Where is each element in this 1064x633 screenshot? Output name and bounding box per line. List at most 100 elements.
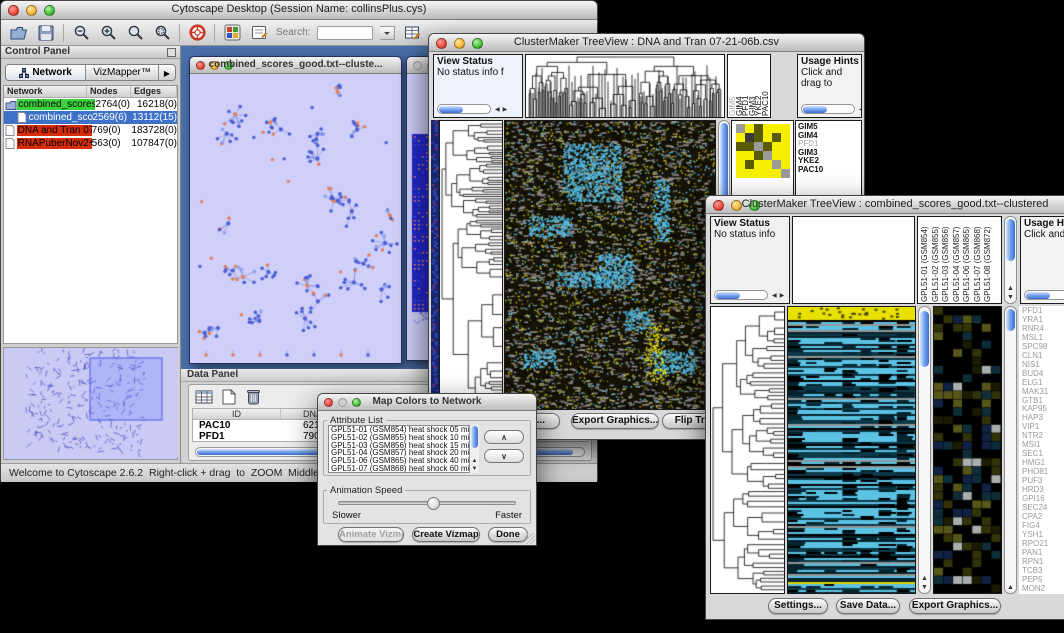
birds-eye-view[interactable] <box>3 347 178 460</box>
matrix-cell[interactable] <box>781 142 790 151</box>
matrix-cell[interactable] <box>745 151 754 160</box>
matrix-cell[interactable] <box>772 124 781 133</box>
matrix-cell[interactable] <box>772 160 781 169</box>
column-label[interactable]: GPL51-06 (GSM865) <box>962 218 973 302</box>
network-overview-canvas[interactable] <box>4 348 178 457</box>
column-label[interactable]: GPL51-08 (GSM872) <box>983 218 994 302</box>
slider-thumb[interactable] <box>427 497 440 510</box>
annotation-button[interactable] <box>249 23 269 43</box>
table-import-button[interactable] <box>402 23 422 43</box>
matrix-cell[interactable] <box>781 160 790 169</box>
resize-grip[interactable] <box>524 533 535 544</box>
done-button[interactable]: Done <box>488 527 528 542</box>
matrix-cell[interactable] <box>772 151 781 160</box>
heatmap-canvas[interactable] <box>505 121 715 409</box>
main-titlebar[interactable]: Cytoscape Desktop (Session Name: collins… <box>1 1 597 20</box>
table-row[interactable]: combined_scores 2764(0) 16218(0) <box>4 98 177 111</box>
matrix-cell[interactable] <box>772 133 781 142</box>
matrix-cell[interactable] <box>745 169 754 178</box>
matrix-cell[interactable] <box>754 160 763 169</box>
scroll-up-arrow[interactable]: ▲ <box>919 575 930 583</box>
network-window-titlebar[interactable]: combined_scores_good.txt--cluste... <box>190 57 401 74</box>
matrix-cell[interactable] <box>763 142 772 151</box>
column-label[interactable]: PAC10 <box>763 58 770 116</box>
delete-attribute-button[interactable] <box>244 387 263 406</box>
row-dendrogram-canvas[interactable] <box>711 307 784 593</box>
correlation-matrix[interactable] <box>736 124 790 178</box>
tab-overflow-arrow[interactable]: ▶ <box>158 65 175 80</box>
scroll-down-arrow[interactable]: ▼ <box>470 466 479 473</box>
scrollbar-thumb[interactable] <box>1006 219 1015 261</box>
mini-scrollbar[interactable] <box>1024 290 1064 300</box>
table-row[interactable]: RNAPuberNov2+ 563(0) 107847(0) <box>4 137 177 150</box>
mini-scrollbar[interactable]: ◀▶ <box>437 104 510 114</box>
column-label[interactable]: GPL51-07 (GSM868) <box>973 218 984 302</box>
column-header-network[interactable]: Network <box>4 86 87 97</box>
matrix-cell[interactable] <box>745 142 754 151</box>
matrix-cell[interactable] <box>754 133 763 142</box>
column-header-edges[interactable]: Edges <box>131 86 177 97</box>
save-data-button[interactable]: Save Data... <box>836 598 900 614</box>
table-row[interactable]: DNA and Tran 07 769(0) 183728(0) <box>4 124 177 137</box>
matrix-cell[interactable] <box>772 142 781 151</box>
matrix-cell[interactable] <box>781 133 790 142</box>
zoomed-heatmap-canvas[interactable] <box>934 307 1001 593</box>
scrollbar-thumb[interactable] <box>471 426 478 448</box>
table-row-selected[interactable]: combined_sco 2569(6) 13112(15) <box>4 111 177 124</box>
matrix-cell[interactable] <box>781 151 790 160</box>
network-view-canvas[interactable] <box>190 74 401 363</box>
select-attributes-button[interactable] <box>194 387 213 406</box>
scroll-right-arrow[interactable]: ▶ <box>780 293 788 299</box>
attribute-list-item[interactable]: GPL51-07 (GSM868) heat shock 60 min <box>329 465 477 473</box>
mini-scrollbar[interactable]: ◀▶ <box>801 104 862 114</box>
scrollbar-thumb[interactable] <box>716 292 740 299</box>
zoom-in-button[interactable] <box>98 23 118 43</box>
scroll-up-arrow[interactable]: ▲ <box>1005 584 1016 592</box>
scroll-left-arrow[interactable]: ◀ <box>772 293 780 299</box>
scrollbar-thumb[interactable] <box>1026 292 1050 299</box>
open-session-button[interactable] <box>9 23 29 43</box>
scroll-left-arrow[interactable]: ◀ <box>495 107 503 113</box>
matrix-cell[interactable] <box>763 151 772 160</box>
scrollbar-thumb[interactable] <box>1006 309 1015 331</box>
column-dendrogram-canvas[interactable] <box>526 55 724 117</box>
column-dendrogram-panel[interactable] <box>792 216 915 304</box>
matrix-cell[interactable] <box>754 124 763 133</box>
move-down-button[interactable]: ∨ <box>484 449 524 463</box>
export-graphics-button[interactable]: Export Graphics... <box>909 598 1001 614</box>
dialog-titlebar[interactable]: Map Colors to Network <box>318 394 536 411</box>
matrix-cell[interactable] <box>763 124 772 133</box>
matrix-cell[interactable] <box>736 124 745 133</box>
scrollbar-thumb[interactable] <box>803 106 827 113</box>
matrix-cell[interactable] <box>745 133 754 142</box>
create-attribute-button[interactable] <box>219 387 238 406</box>
matrix-cell[interactable] <box>745 160 754 169</box>
search-dropdown[interactable] <box>380 26 395 40</box>
close-button[interactable] <box>413 61 422 70</box>
tab-network[interactable]: Network <box>6 65 86 80</box>
speed-slider[interactable] <box>338 501 516 505</box>
zoom-selected-button[interactable] <box>125 23 145 43</box>
vertical-scrollbar[interactable]: ▲ ▼ <box>918 306 931 594</box>
matrix-cell[interactable] <box>754 151 763 160</box>
matrix-cell[interactable] <box>763 169 772 178</box>
scroll-right-arrow[interactable]: ▶ <box>503 107 511 113</box>
attribute-list[interactable]: GPL51-01 (GSM854) heat shock 05 minGPL51… <box>328 425 478 473</box>
column-label[interactable]: GPL51-04 (GSM857) <box>952 218 963 302</box>
search-input[interactable] <box>317 26 373 40</box>
matrix-cell[interactable] <box>736 169 745 178</box>
export-graphics-button[interactable]: Export Graphics... <box>571 413 659 429</box>
gene-list-scrollbar[interactable]: ▲ <box>1004 306 1017 594</box>
matrix-cell[interactable] <box>781 124 790 133</box>
animate-vizmap-button[interactable]: Animate Vizmap <box>338 527 404 542</box>
scroll-up-arrow[interactable]: ▲ <box>1005 285 1016 293</box>
matrix-cell[interactable] <box>763 133 772 142</box>
float-panel-icon[interactable] <box>167 48 176 57</box>
matrix-cell[interactable] <box>745 124 754 133</box>
matrix-cell[interactable] <box>736 160 745 169</box>
scroll-down-arrow[interactable]: ▼ <box>919 584 930 592</box>
column-label[interactable]: GPL51-02 (GSM855) <box>931 218 942 302</box>
zoom-out-button[interactable] <box>71 23 91 43</box>
treeview-titlebar[interactable]: ClusterMaker TreeView : combined_scores_… <box>706 196 1064 214</box>
column-header-nodes[interactable]: Nodes <box>87 86 131 97</box>
